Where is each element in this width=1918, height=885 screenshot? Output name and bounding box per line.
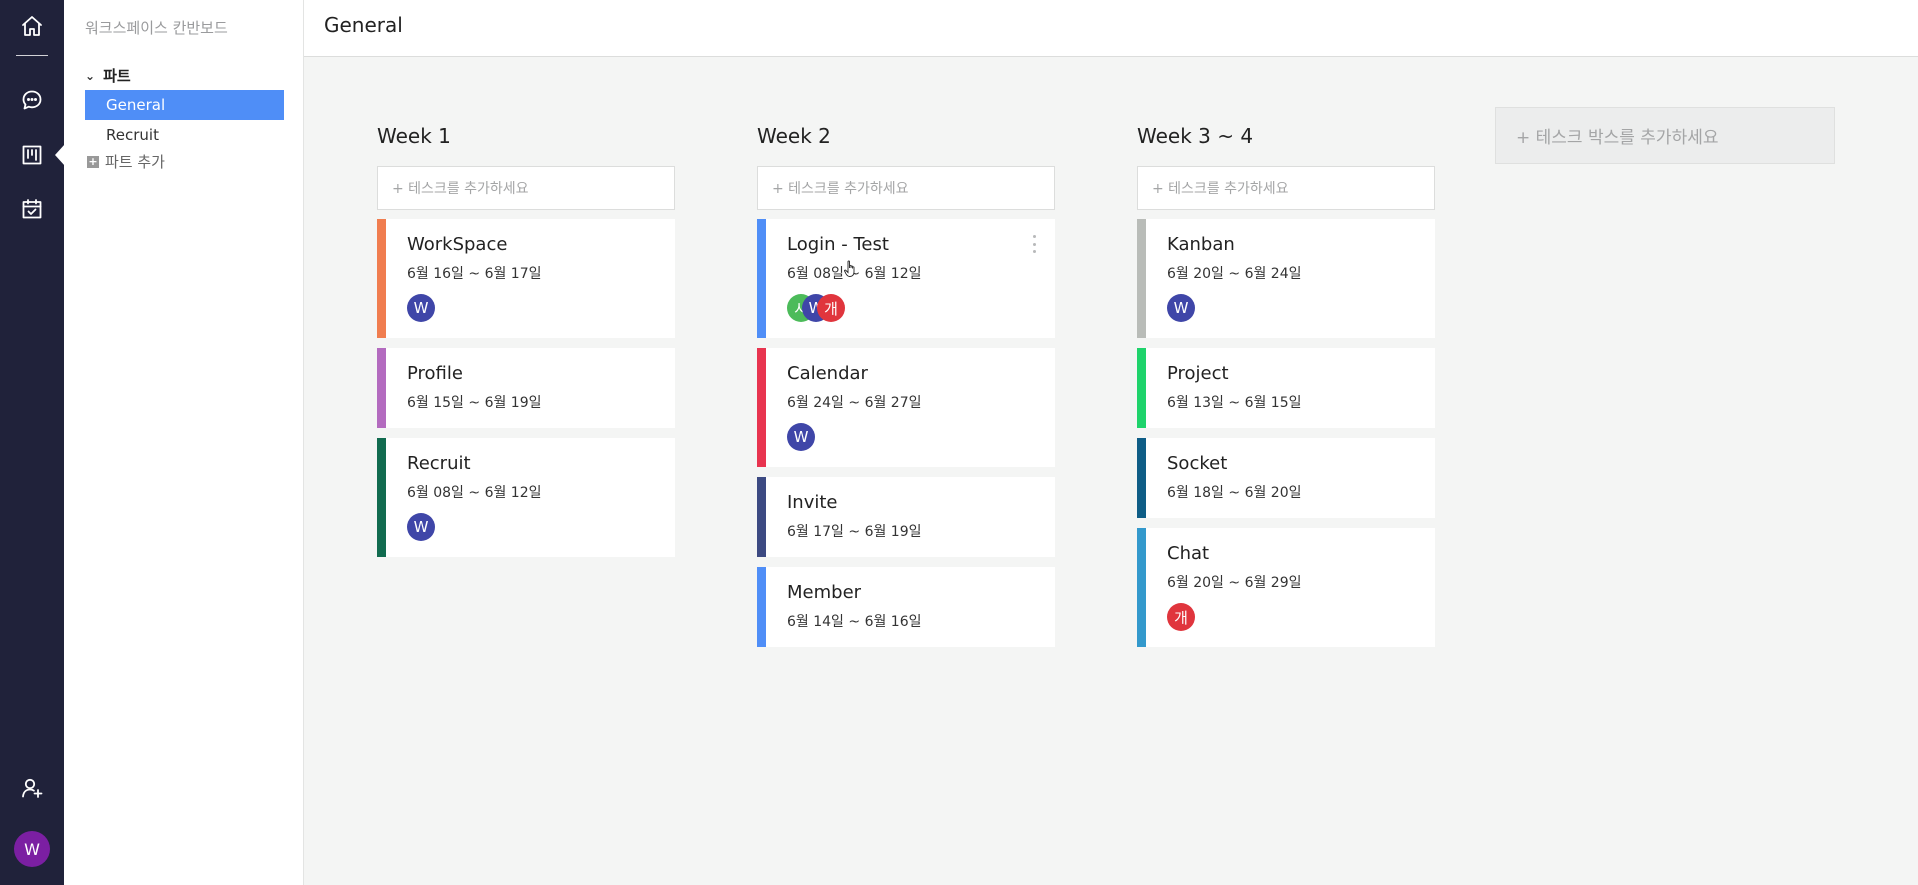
- card-assignees: W: [407, 294, 657, 322]
- page-title: General: [324, 13, 403, 37]
- add-user-icon[interactable]: [14, 770, 50, 806]
- board-column: Week 3 ~ 4 + 테스크를 추가하세요 Kanban 6월 20일 ~ 6월 …: [1137, 124, 1435, 657]
- task-card[interactable]: Chat 6월 20일 ~ 6월 29일개: [1137, 528, 1435, 647]
- card-color-stripe: [757, 567, 766, 647]
- task-card[interactable]: Profile 6월 15일 ~ 6월 19일: [377, 348, 675, 428]
- card-color-stripe: [757, 477, 766, 557]
- add-task-input[interactable]: + 테스크를 추가하세요: [757, 166, 1055, 210]
- card-date-range: 6월 08일 ~ 6월 12일: [407, 485, 542, 501]
- workspace-title: 워크스페이스 칸반보드: [85, 19, 228, 37]
- task-card[interactable]: Member 6월 14일 ~ 6월 16일: [757, 567, 1055, 647]
- assignee-avatar: W: [787, 423, 815, 451]
- card-list: Login - Test 6월 08일 ~ 6월 12일시 W 개 Calendar 6월…: [757, 219, 1055, 647]
- add-part-label: 파트 추가: [105, 153, 165, 171]
- home-icon[interactable]: [14, 8, 50, 44]
- card-color-stripe: [377, 438, 386, 557]
- plus-square-icon: +: [87, 154, 99, 168]
- card-color-stripe: [1137, 438, 1146, 518]
- task-card[interactable]: Socket 6월 18일 ~ 6월 20일: [1137, 438, 1435, 518]
- card-color-stripe: [1137, 219, 1146, 338]
- card-title: Socket: [1167, 453, 1228, 474]
- card-date-range: 6월 20일 ~ 6월 24일: [1167, 266, 1302, 282]
- card-list: WorkSpace 6월 16일 ~ 6월 17일 W Profile 6월 15일 ~…: [377, 219, 675, 557]
- task-card[interactable]: Calendar 6월 24일 ~ 6월 27일 W: [757, 348, 1055, 467]
- sidebar-item-recruit[interactable]: Recruit: [85, 120, 284, 150]
- card-title: Project: [1167, 363, 1229, 384]
- card-assignees: 시W개: [787, 294, 1037, 322]
- column-title: Week 3 ~ 4: [1137, 124, 1254, 148]
- card-color-stripe: [1137, 528, 1146, 647]
- add-task-input[interactable]: + 테스크를 추가하세요: [377, 166, 675, 210]
- task-card[interactable]: Recruit 6월 08일 ~ 6월 12일 W: [377, 438, 675, 557]
- card-color-stripe: [377, 219, 386, 338]
- card-list: Kanban 6월 20일 ~ 6월 24일 W Project 6월 13일 ~ 6월…: [1137, 219, 1435, 647]
- card-date-range: 6월 17일 ~ 6월 19일: [787, 524, 922, 540]
- side-panel: 워크스페이스 칸반보드 ⌄ 파트 General Recruit + 파트 추가: [64, 0, 304, 885]
- task-card[interactable]: Project 6월 13일 ~ 6월 15일: [1137, 348, 1435, 428]
- card-color-stripe: [757, 219, 766, 338]
- task-card[interactable]: Invite 6월 17일 ~ 6월 19일: [757, 477, 1055, 557]
- assignee-avatar: 개: [1167, 603, 1195, 631]
- chat-icon[interactable]: [14, 82, 50, 118]
- assignee-avatar: W: [1167, 294, 1195, 322]
- chevron-down-icon: ⌄: [85, 68, 96, 83]
- card-title: Profile: [407, 363, 463, 384]
- calendar-icon[interactable]: [14, 191, 50, 227]
- card-assignees: 개: [1167, 603, 1417, 631]
- card-color-stripe: [757, 348, 766, 467]
- board-column: Week 1 + 테스크를 추가하세요 WorkSpace 6월 16일 ~ 6월 1…: [377, 124, 675, 567]
- add-part-button[interactable]: + 파트 추가: [87, 151, 165, 172]
- page-header: General: [304, 0, 1918, 57]
- card-color-stripe: [377, 348, 386, 428]
- add-task-input[interactable]: + 테스크를 추가하세요: [1137, 166, 1435, 210]
- hand-cursor-icon: [844, 260, 855, 277]
- part-group-toggle[interactable]: ⌄ 파트: [85, 65, 131, 86]
- card-date-range: 6월 20일 ~ 6월 29일: [1167, 575, 1302, 591]
- column-title: Week 2: [757, 124, 831, 148]
- task-card[interactable]: WorkSpace 6월 16일 ~ 6월 17일 W: [377, 219, 675, 338]
- card-date-range: 6월 08일 ~ 6월 12일: [787, 266, 922, 282]
- assignee-avatar: W: [407, 294, 435, 322]
- card-assignees: W: [1167, 294, 1417, 322]
- kanban-icon[interactable]: [14, 137, 50, 173]
- card-title: Invite: [787, 492, 838, 513]
- card-date-range: 6월 13일 ~ 6월 15일: [1167, 395, 1302, 411]
- card-date-range: 6월 18일 ~ 6월 20일: [1167, 485, 1302, 501]
- card-date-range: 6월 24일 ~ 6월 27일: [787, 395, 922, 411]
- user-avatar[interactable]: W: [14, 831, 50, 867]
- add-task-box-button[interactable]: + 테스크 박스를 추가하세요: [1495, 107, 1835, 164]
- card-date-range: 6월 15일 ~ 6월 19일: [407, 395, 542, 411]
- sidebar-item-label: Recruit: [106, 126, 159, 144]
- card-title: WorkSpace: [407, 234, 508, 255]
- column-title: Week 1: [377, 124, 451, 148]
- sidebar-item-label: General: [106, 96, 166, 114]
- card-date-range: 6월 14일 ~ 6월 16일: [787, 614, 922, 630]
- assignee-avatar: W: [407, 513, 435, 541]
- assignee-avatar: 개: [817, 294, 845, 322]
- more-vertical-icon[interactable]: [1031, 235, 1037, 253]
- icon-rail: W: [0, 0, 65, 885]
- card-title: Login - Test: [787, 234, 889, 255]
- part-group-label: 파트: [103, 67, 131, 85]
- card-title: Member: [787, 582, 862, 603]
- card-assignees: W: [407, 513, 657, 541]
- card-title: Recruit: [407, 453, 471, 474]
- card-color-stripe: [1137, 348, 1146, 428]
- board-column: Week 2 + 테스크를 추가하세요 Login - Test 6월 08일 ~ 6…: [757, 124, 1055, 657]
- card-title: Kanban: [1167, 234, 1235, 255]
- sidebar-item-general[interactable]: General: [85, 90, 284, 120]
- add-task-box-label: + 테스크 박스를 추가하세요: [1516, 128, 1719, 148]
- rail-divider: [16, 55, 48, 56]
- card-title: Chat: [1167, 543, 1210, 564]
- card-assignees: W: [787, 423, 1037, 451]
- task-card[interactable]: Login - Test 6월 08일 ~ 6월 12일시 W 개: [757, 219, 1055, 338]
- task-card[interactable]: Kanban 6월 20일 ~ 6월 24일 W: [1137, 219, 1435, 338]
- card-title: Calendar: [787, 363, 868, 384]
- card-date-range: 6월 16일 ~ 6월 17일: [407, 266, 542, 282]
